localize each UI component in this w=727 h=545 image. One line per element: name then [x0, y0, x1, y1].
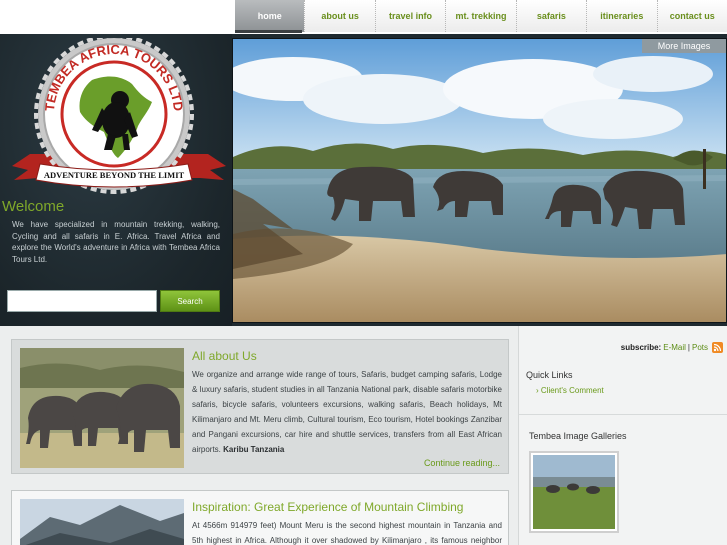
page: home about us travel info mt. trekking s… [0, 0, 727, 545]
nav-item-about-us[interactable]: about us [304, 0, 375, 32]
subscribe-label: subscribe: [620, 343, 662, 352]
mountain-photo [20, 499, 184, 545]
elephants-lake-photo [233, 39, 726, 322]
search-input[interactable] [7, 290, 157, 312]
post-title[interactable]: Inspiration: Great Experience of Mountai… [192, 500, 463, 514]
post-card-inspiration: Inspiration: Great Experience of Mountai… [11, 490, 509, 545]
active-nav-indicator [235, 30, 302, 33]
nav-item-travel-info[interactable]: travel info [374, 0, 446, 32]
top-bar: home about us travel info mt. trekking s… [0, 0, 727, 34]
posts-feed-link[interactable]: Pots [692, 343, 708, 352]
quick-links-title: Quick Links [526, 370, 573, 380]
nav-item-itineraries[interactable]: itineraries [586, 0, 657, 32]
main-nav: home about us travel info mt. trekking s… [235, 0, 727, 32]
email-subscribe-link[interactable]: E-Mail [663, 343, 686, 352]
sidebar-divider [519, 414, 727, 415]
continue-reading-link[interactable]: Continue reading... [424, 458, 500, 468]
content-area: All about Us We organize and arrange wid… [0, 326, 727, 545]
post-card-about-us: All about Us We organize and arrange wid… [11, 339, 509, 474]
post-excerpt-bold: Karibu Tanzania [223, 445, 285, 454]
right-sidebar: subscribe: E-Mail | Pots Quick Links › C… [518, 326, 727, 545]
nav-item-mt-trekking[interactable]: mt. trekking [445, 0, 516, 32]
search-button[interactable]: Search [160, 290, 220, 312]
post-title[interactable]: All about Us [192, 349, 257, 363]
more-images-button[interactable]: More Images [642, 39, 726, 53]
subscribe-separator: | [687, 343, 690, 352]
logo-tagline: ADVENTURE BEYOND THE LIMIT [44, 170, 185, 180]
header-sidebar: TEMBEA AFRICA TOURS LTD ADVENTURE BEYOND… [0, 34, 232, 326]
post-excerpt: At 4566m 914979 feet) Mount Meru is the … [192, 521, 502, 545]
hero-slideshow[interactable]: More Images [232, 38, 727, 323]
elephant-herd-photo [20, 348, 184, 468]
nav-item-safaris[interactable]: safaris [515, 0, 587, 32]
nav-item-home[interactable]: home [235, 0, 305, 32]
post-excerpt: We organize and arrange wide range of to… [192, 370, 502, 454]
welcome-title: Welcome [2, 198, 65, 215]
company-logo[interactable]: TEMBEA AFRICA TOURS LTD ADVENTURE BEYOND… [10, 38, 228, 218]
welcome-text: We have specialized in mountain trekking… [12, 220, 220, 264]
gallery-title: Tembea Image Galleries [529, 431, 627, 441]
nav-item-contact-us[interactable]: contact us [656, 0, 727, 32]
subscribe-bar: subscribe: E-Mail | Pots [621, 342, 723, 353]
header: TEMBEA AFRICA TOURS LTD ADVENTURE BEYOND… [0, 34, 727, 326]
main-column: All about Us We organize and arrange wid… [0, 326, 518, 545]
rss-icon[interactable] [712, 342, 723, 353]
quick-link-clients-comment[interactable]: › Client's Comment [536, 386, 604, 395]
gallery-thumbnail[interactable] [529, 451, 619, 533]
